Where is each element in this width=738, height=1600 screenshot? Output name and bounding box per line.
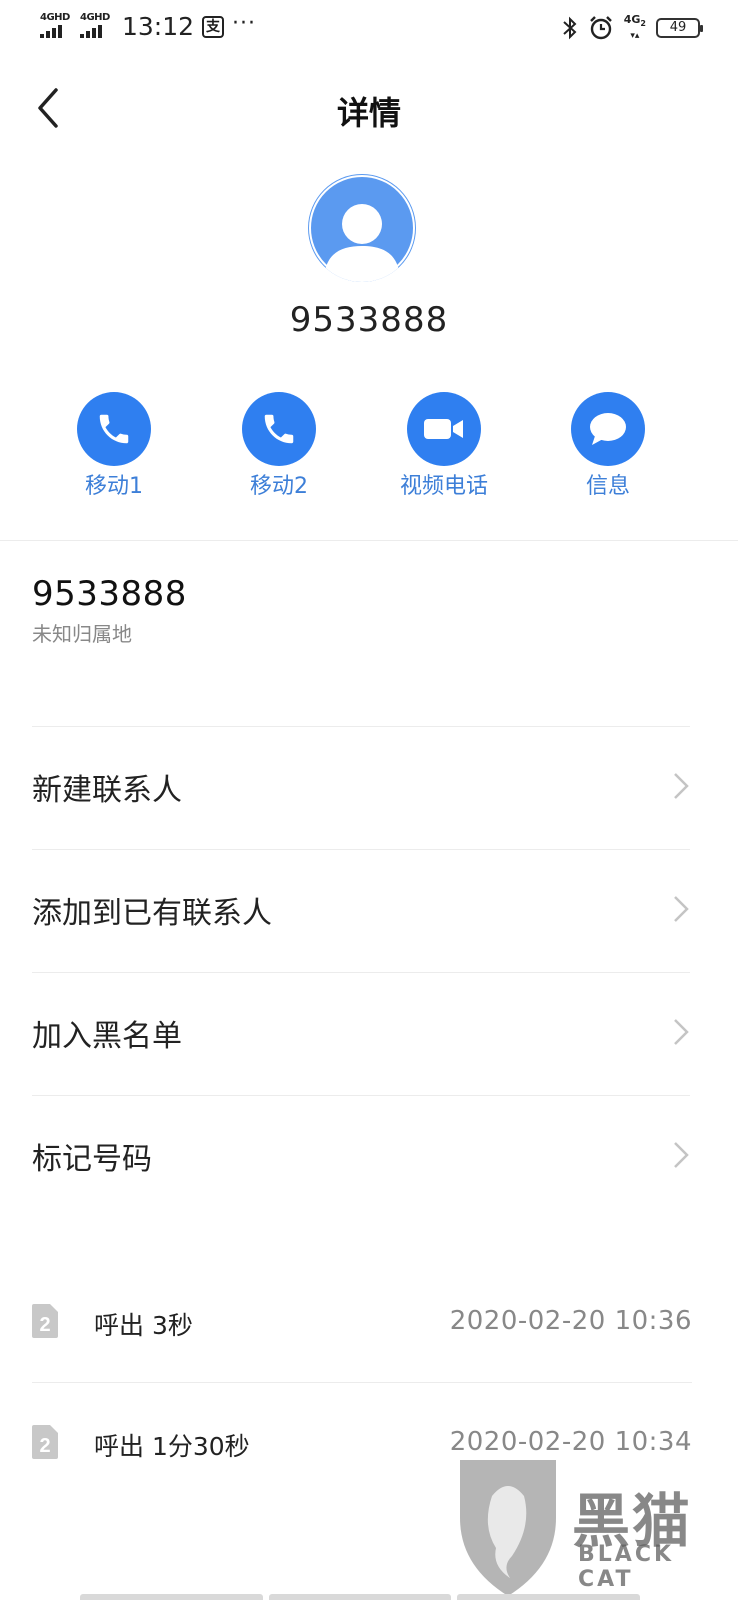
bluetooth-icon: [563, 16, 577, 40]
bottom-gesture-bar: [80, 1594, 641, 1600]
mark-number-item[interactable]: 标记号码: [32, 1095, 690, 1218]
chevron-right-icon: [674, 1019, 689, 1045]
chevron-right-icon: [674, 773, 689, 799]
action-label: 移动1: [85, 474, 143, 499]
sim-card-icon: 2: [32, 1304, 58, 1338]
more-notifications-icon: ···: [232, 11, 257, 36]
battery-icon: 49: [656, 18, 703, 39]
menu-item-label: 加入黑名单: [32, 1019, 182, 1054]
person-icon: [309, 175, 415, 282]
call-description: 呼出 1分30秒: [94, 1432, 250, 1461]
call-log-row[interactable]: 2 呼出 3秒 2020-02-20 10:36: [32, 1262, 692, 1382]
call-timestamp: 2020-02-20 10:36: [449, 1306, 692, 1336]
number-location: 未知归属地: [32, 622, 132, 646]
add-to-blacklist-item[interactable]: 加入黑名单: [32, 972, 690, 1095]
menu-item-label: 标记号码: [32, 1142, 152, 1177]
message-icon: [590, 413, 626, 445]
call-sim2-button[interactable]: 移动2: [204, 392, 354, 500]
phone-icon: [264, 414, 294, 444]
action-label: 视频电话: [399, 474, 488, 499]
call-timestamp: 2020-02-20 10:34: [449, 1427, 692, 1457]
number-detail[interactable]: 9533888 未知归属地: [32, 574, 187, 647]
sim-card-icon: 2: [32, 1425, 58, 1459]
alarm-icon: [589, 16, 612, 40]
avatar: [308, 174, 416, 282]
call-sim1-button[interactable]: 移动1: [39, 392, 189, 500]
signal-icon-2: 4GHD: [80, 11, 112, 40]
action-label: 信息: [585, 474, 630, 499]
call-description: 呼出 3秒: [94, 1311, 193, 1340]
chevron-right-icon: [674, 1142, 689, 1168]
chevron-right-icon: [674, 896, 689, 922]
watermark-subtext: BLACK CAT: [578, 1542, 675, 1592]
alipay-icon: 支: [202, 15, 225, 38]
status-bar: 4GHD 4GHD 13:12 支 ··· 4G2 ▾▴ 49: [0, 0, 738, 58]
add-to-existing-contact-item[interactable]: 添加到已有联系人: [32, 849, 690, 972]
action-menu: 新建联系人 添加到已有联系人 加入黑名单 标记号码: [32, 726, 690, 1218]
svg-text:2: 2: [39, 1314, 50, 1336]
action-label: 移动2: [250, 474, 308, 499]
quick-actions: 移动1 移动2 视频电话 信息: [0, 392, 738, 502]
network-type-label-2: 4GHD: [80, 11, 110, 23]
phone-icon: [99, 414, 129, 444]
mobile-data-icon: 4G2 ▾▴: [623, 13, 646, 42]
menu-item-label: 新建联系人: [32, 773, 182, 808]
menu-item-label: 添加到已有联系人: [32, 896, 272, 931]
contact-number-title: 9533888: [289, 300, 449, 340]
video-call-button[interactable]: 视频电话: [369, 392, 519, 500]
page-title: 详情: [336, 94, 401, 132]
signal-icon: 4GHD: [40, 11, 72, 40]
video-icon: [424, 419, 463, 439]
svg-text:2: 2: [39, 1435, 50, 1457]
new-contact-item[interactable]: 新建联系人: [32, 726, 690, 849]
section-divider: [0, 540, 738, 541]
phone-number: 9533888: [32, 574, 187, 614]
message-button[interactable]: 信息: [533, 392, 683, 500]
network-type-label: 4GHD: [40, 11, 70, 23]
app-header: 详情: [0, 70, 738, 150]
clock: 13:12: [122, 12, 195, 41]
